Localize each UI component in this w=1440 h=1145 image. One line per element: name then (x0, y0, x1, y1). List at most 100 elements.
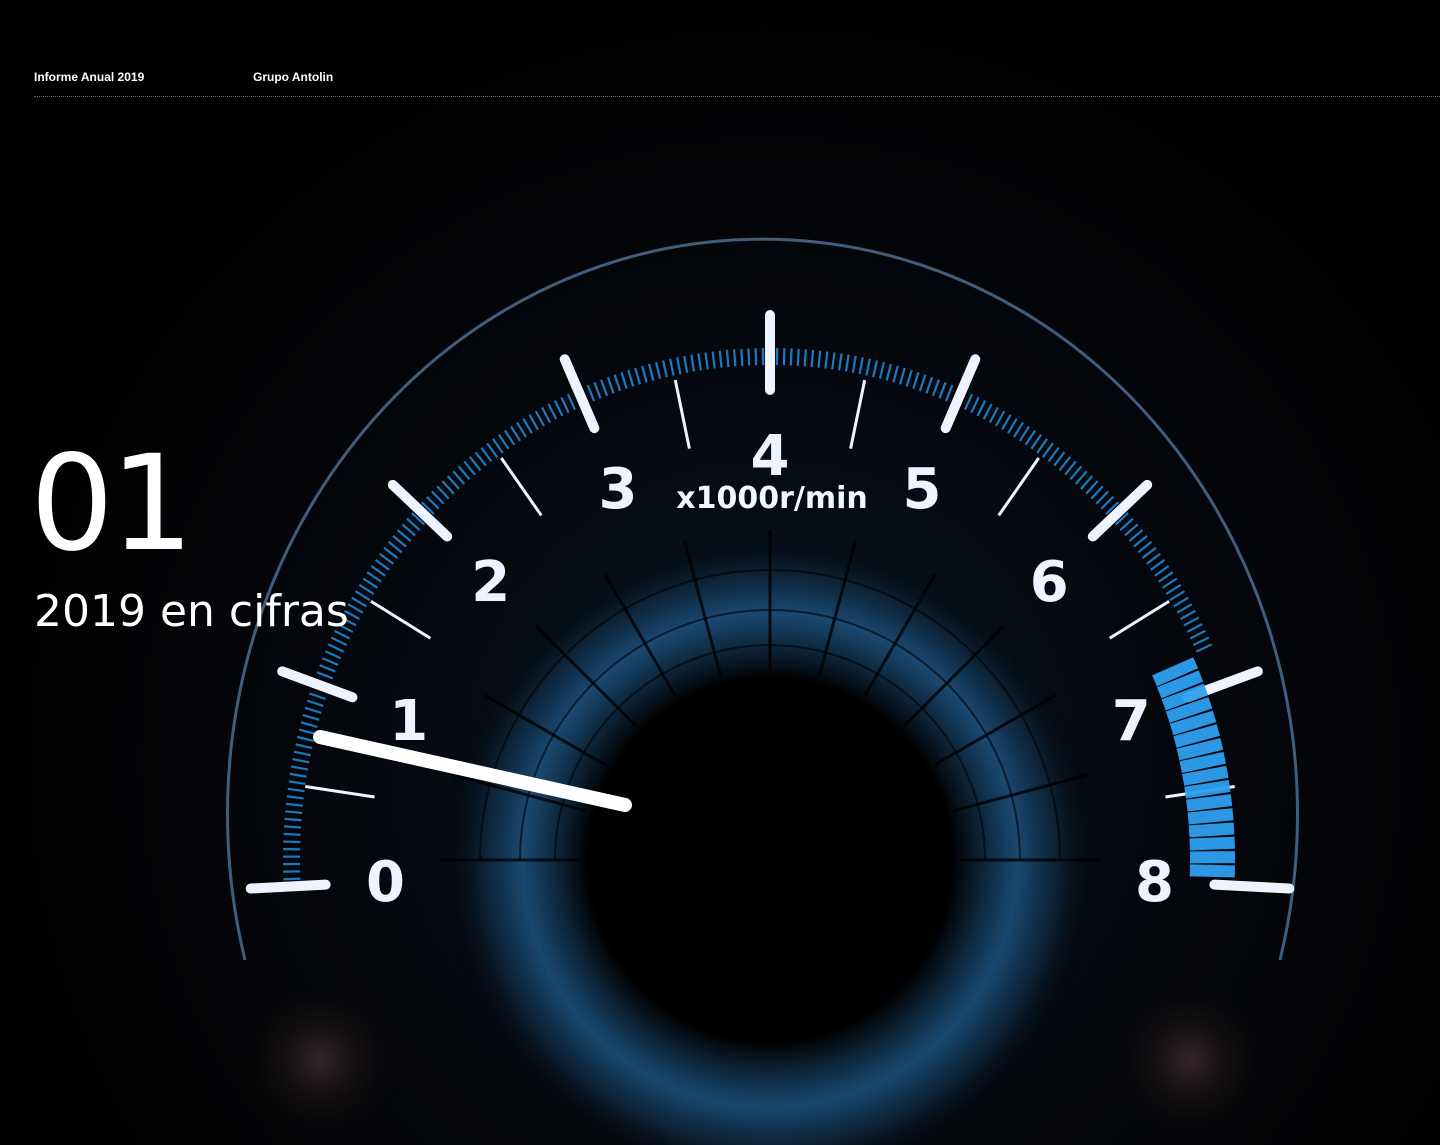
minor-tick (401, 523, 416, 537)
minor-tick (925, 376, 934, 394)
minor-tick (298, 728, 316, 735)
minor-tick (366, 571, 382, 583)
company-name: Grupo Antolin (253, 70, 334, 84)
minor-tick (1169, 590, 1186, 602)
minor-tick (627, 369, 635, 387)
minor-tick (697, 353, 702, 371)
minor-tick (1042, 442, 1054, 458)
minor-tick (431, 490, 445, 505)
scale-label-3: 3 (599, 457, 638, 522)
scale-label-0: 0 (366, 850, 405, 915)
minor-tick (740, 348, 744, 366)
minor-tick (593, 382, 602, 399)
minor-tick (463, 460, 476, 476)
minor-tick (641, 365, 648, 383)
minor-tick (285, 802, 303, 807)
scale-label-5: 5 (902, 457, 941, 522)
minor-tick (287, 787, 305, 793)
minor-tick (324, 650, 342, 660)
scale-label-6: 6 (1030, 550, 1069, 615)
minor-tick (480, 447, 493, 462)
minor-tick (1058, 456, 1071, 471)
minor-tick (878, 361, 885, 379)
minor-tick (905, 369, 913, 387)
gauge-unit-label: x1000r/min (676, 481, 868, 516)
minor-tick (1024, 429, 1036, 446)
minor-tick (704, 352, 709, 370)
redline-segment (1189, 864, 1236, 878)
section-number: 01 (30, 427, 194, 581)
minor-tick (718, 350, 723, 368)
minor-tick (970, 396, 980, 414)
minor-tick (474, 451, 487, 467)
minor-tick (316, 671, 334, 680)
minor-tick (319, 664, 336, 673)
minor-tick (290, 765, 309, 771)
minor-tick (1133, 535, 1148, 548)
minor-tick (446, 475, 460, 490)
minor-tick (988, 406, 999, 424)
minor-tick (288, 780, 306, 786)
minor-tick (831, 352, 836, 370)
minor-tick (1173, 596, 1189, 608)
minor-tick (379, 552, 395, 565)
minor-tick (844, 354, 850, 372)
ambient-glow-right (1100, 990, 1280, 1130)
minor-tick (1019, 425, 1030, 442)
minor-tick (286, 795, 304, 800)
minor-tick (370, 565, 386, 577)
minor-tick (426, 495, 440, 510)
minor-tick (1030, 434, 1042, 450)
minor-tick (292, 757, 310, 764)
minor-tick (931, 379, 940, 397)
minor-tick (374, 558, 390, 571)
minor-tick (1064, 460, 1077, 476)
major-tick (277, 666, 358, 703)
minor-tick (441, 480, 455, 495)
minor-tick (1074, 470, 1088, 485)
minor-tick (392, 535, 407, 548)
minor-tick (351, 596, 367, 608)
minor-tick (725, 349, 730, 368)
minor-tick (872, 360, 878, 378)
half-tick (500, 457, 543, 517)
tachometer-image: 0 1 2 3 4 5 6 7 8 x1000r/min (226, 237, 1299, 1145)
minor-tick (302, 713, 320, 721)
minor-tick (711, 351, 716, 369)
minor-tick (504, 429, 516, 446)
minor-tick (1080, 475, 1094, 490)
minor-tick (452, 470, 466, 485)
minor-tick (362, 577, 379, 589)
redline-segment (1182, 765, 1229, 786)
minor-tick (995, 410, 1006, 427)
minor-tick (1036, 438, 1048, 454)
minor-tick (982, 403, 993, 420)
minor-tick (1137, 540, 1153, 554)
redline-segment (1179, 751, 1227, 774)
minor-tick (1100, 495, 1114, 510)
minor-tick (1180, 609, 1196, 621)
minor-tick (406, 517, 421, 531)
major-tick (940, 354, 981, 434)
major-tick (1087, 479, 1153, 542)
minor-tick (1053, 451, 1066, 467)
minor-tick (306, 699, 324, 707)
redline-segment (1188, 822, 1235, 838)
minor-tick (1128, 529, 1144, 542)
minor-tick (782, 348, 786, 366)
minor-tick (620, 372, 628, 389)
minor-tick (553, 400, 564, 417)
minor-tick (436, 485, 450, 500)
minor-tick (469, 456, 482, 471)
minor-tick (838, 353, 843, 371)
major-tick (245, 879, 331, 894)
minor-tick (754, 348, 758, 366)
minor-tick (300, 721, 318, 728)
redline-segment (1186, 794, 1233, 812)
half-tick (1108, 599, 1170, 640)
minor-tick (851, 355, 857, 373)
minor-tick (898, 367, 906, 385)
minor-tick (976, 400, 987, 417)
minor-tick (285, 810, 303, 815)
minor-tick (330, 636, 348, 646)
